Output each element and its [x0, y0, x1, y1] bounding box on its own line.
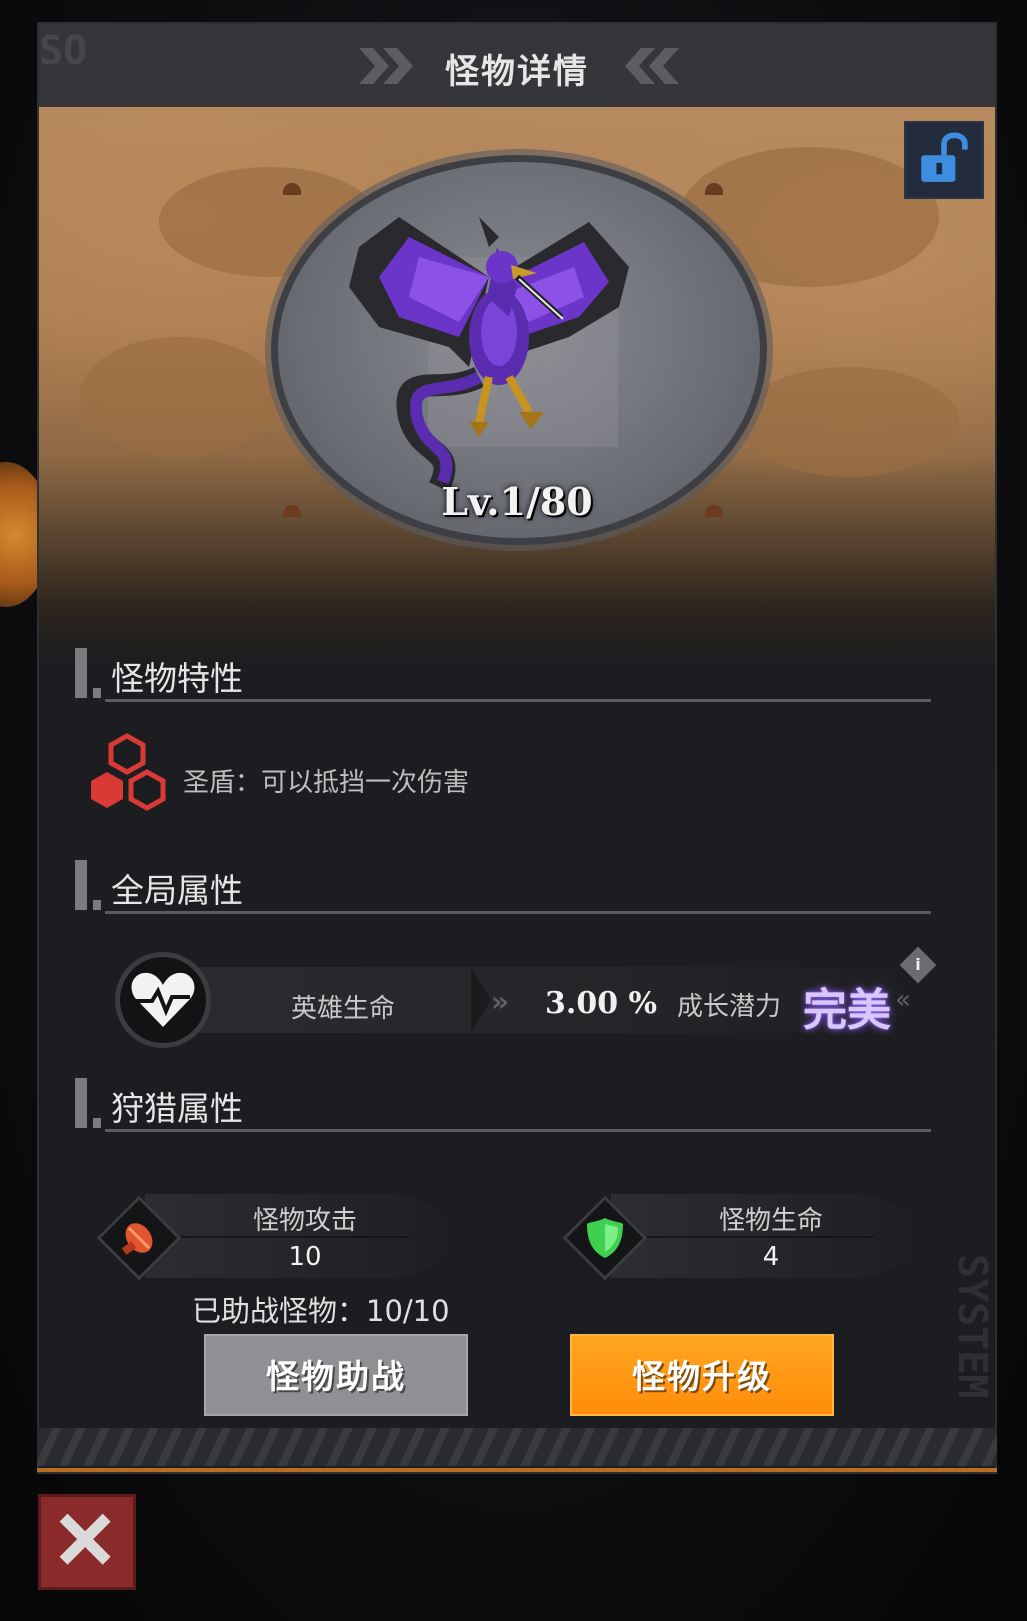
info-button[interactable]: i: [899, 946, 937, 984]
unlock-icon: [921, 132, 968, 182]
stat-value: 4: [762, 1242, 780, 1272]
side-watermark: SYSTEM: [949, 1254, 995, 1399]
close-button[interactable]: [38, 1494, 136, 1590]
global-attribute-label: 英雄生命: [291, 994, 396, 1024]
global-attribute-value: 3.00 %: [545, 986, 658, 1021]
monster-detail-panel: SO 怪物详情 Lv.1/80 怪物特性 圣盾：可以抵挡一次伤害 全局属性 英雄…: [37, 22, 997, 1474]
purple-phoenix-sprite: [349, 217, 629, 492]
rivet: [283, 183, 301, 195]
double-chevron-icon: »: [491, 985, 510, 1018]
section-marker-tick: [93, 688, 101, 698]
monster-level: Lv.1/80: [441, 479, 593, 524]
assist-count: 已助战怪物：10/10: [192, 1294, 450, 1328]
section-title: 狩猎属性: [111, 1089, 243, 1128]
panel-bottom-accent: [37, 1468, 997, 1472]
growth-potential-value: 完美: [803, 985, 891, 1036]
section-divider: [105, 699, 931, 702]
section-marker: [75, 1078, 87, 1128]
section-divider: [105, 1129, 931, 1132]
stat-monster-attack: 怪物攻击 10: [95, 1190, 455, 1282]
stat-monster-hp: 怪物生命 4: [561, 1190, 921, 1282]
rivet: [705, 183, 723, 195]
honeycomb-icon: [91, 733, 166, 811]
fist-icon: [121, 1223, 153, 1255]
section-title: 怪物特性: [111, 659, 243, 698]
section-traits-header: 怪物特性: [75, 642, 931, 702]
trait-description: 圣盾：可以抵挡一次伤害: [183, 768, 470, 798]
stat-value: 10: [288, 1242, 322, 1272]
section-title: 全局属性: [111, 871, 243, 910]
lock-toggle-button[interactable]: [904, 121, 984, 199]
stat-name: 怪物攻击: [252, 1206, 357, 1236]
section-marker-tick: [93, 1118, 101, 1128]
trait-row: 圣盾：可以抵挡一次伤害: [81, 732, 681, 822]
section-divider: [105, 911, 931, 914]
title-bar: SO 怪物详情: [39, 24, 995, 107]
info-icon: i: [915, 955, 921, 974]
stat-name: 怪物生命: [718, 1206, 823, 1236]
global-attribute-row: 英雄生命 » 3.00 % 成长潜力 完美 « i: [115, 946, 937, 1052]
dialog-title: 怪物详情: [445, 52, 589, 92]
texture-stain: [79, 337, 279, 457]
section-hunting-header: 狩猎属性: [75, 1072, 931, 1132]
monster-assist-button[interactable]: 怪物助战: [204, 1334, 468, 1416]
double-chevron-left-icon: «: [895, 985, 911, 1015]
green-shield-icon: [587, 1218, 623, 1258]
section-global-header: 全局属性: [75, 854, 931, 914]
section-marker-tick: [93, 900, 101, 910]
monster-showcase: Lv.1/80: [39, 107, 995, 667]
hazard-stripe: [37, 1428, 997, 1466]
heart-icon: [131, 972, 195, 1027]
growth-potential-label: 成长潜力: [677, 992, 782, 1022]
chevron-left-icon: [625, 48, 679, 84]
section-marker: [75, 648, 87, 698]
bar-separator: [471, 967, 491, 1033]
monster-upgrade-button[interactable]: 怪物升级: [570, 1334, 834, 1416]
section-marker: [75, 860, 87, 910]
close-icon: [59, 1513, 111, 1565]
heart-pulse-icon: [115, 952, 211, 1048]
texture-stain: [739, 367, 959, 477]
